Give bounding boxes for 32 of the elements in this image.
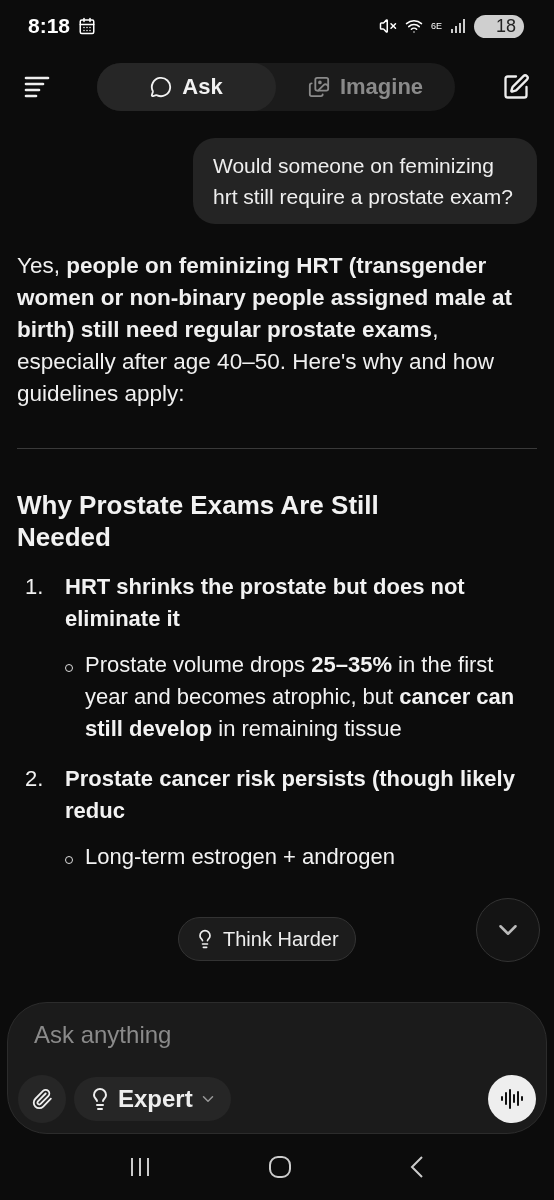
status-time: 8:18 <box>28 14 71 38</box>
response-paragraph: Yes, people on feminizing HRT (transgender women or non-binary people assigned male at birth) still need regular prostate exams, especially after age 40–50. Here's why and how guidelines apply: <box>17 252 514 408</box>
voice-button[interactable] <box>488 1075 536 1123</box>
mode-tab[interactable]: Ask <box>97 63 276 111</box>
mode-tab[interactable]: Imagine <box>276 63 455 111</box>
new-chat-button[interactable] <box>502 73 530 101</box>
back-icon[interactable] <box>409 1155 426 1179</box>
list-number: 1. <box>25 573 45 601</box>
paperclip-icon <box>31 1088 53 1110</box>
battery-indicator: 18 <box>473 14 524 38</box>
calendar-icon <box>78 17 97 35</box>
mode-dropdown[interactable]: Expert <box>74 1077 231 1121</box>
menu-button[interactable] <box>24 76 50 98</box>
attach-button[interactable] <box>18 1075 66 1123</box>
images-icon <box>307 76 330 98</box>
signal-icon <box>449 18 466 34</box>
mute-icon <box>378 17 397 35</box>
list-item-title: HRT shrinks the prostate but does not eliminate it <box>65 574 465 631</box>
wifi-icon <box>404 17 423 35</box>
ask-input[interactable]: Ask anything Expert <box>7 1002 547 1134</box>
bullet-text: Prostate volume drops 25–35% in the first year and becomes atrophic, but cancer can still develop in remaining tissue <box>85 651 516 743</box>
list-number: 2. <box>25 765 45 793</box>
home-icon[interactable] <box>268 1155 292 1179</box>
network-label: 6E <box>430 21 442 31</box>
recent-apps-icon[interactable] <box>128 1156 151 1178</box>
chat-icon <box>150 76 173 98</box>
waveform-icon <box>500 1087 524 1111</box>
user-message: Would someone on feminizing hrt still require a prostate exam? <box>193 138 537 224</box>
bullet-text: Long-term estrogen + androgen <box>85 843 397 871</box>
think-harder-button[interactable]: Think Harder <box>178 917 356 961</box>
list-item-title: Prostate cancer risk persists (though likely reduc <box>65 766 515 823</box>
section-heading: Why Prostate Exams Are Still Needed <box>17 489 380 553</box>
